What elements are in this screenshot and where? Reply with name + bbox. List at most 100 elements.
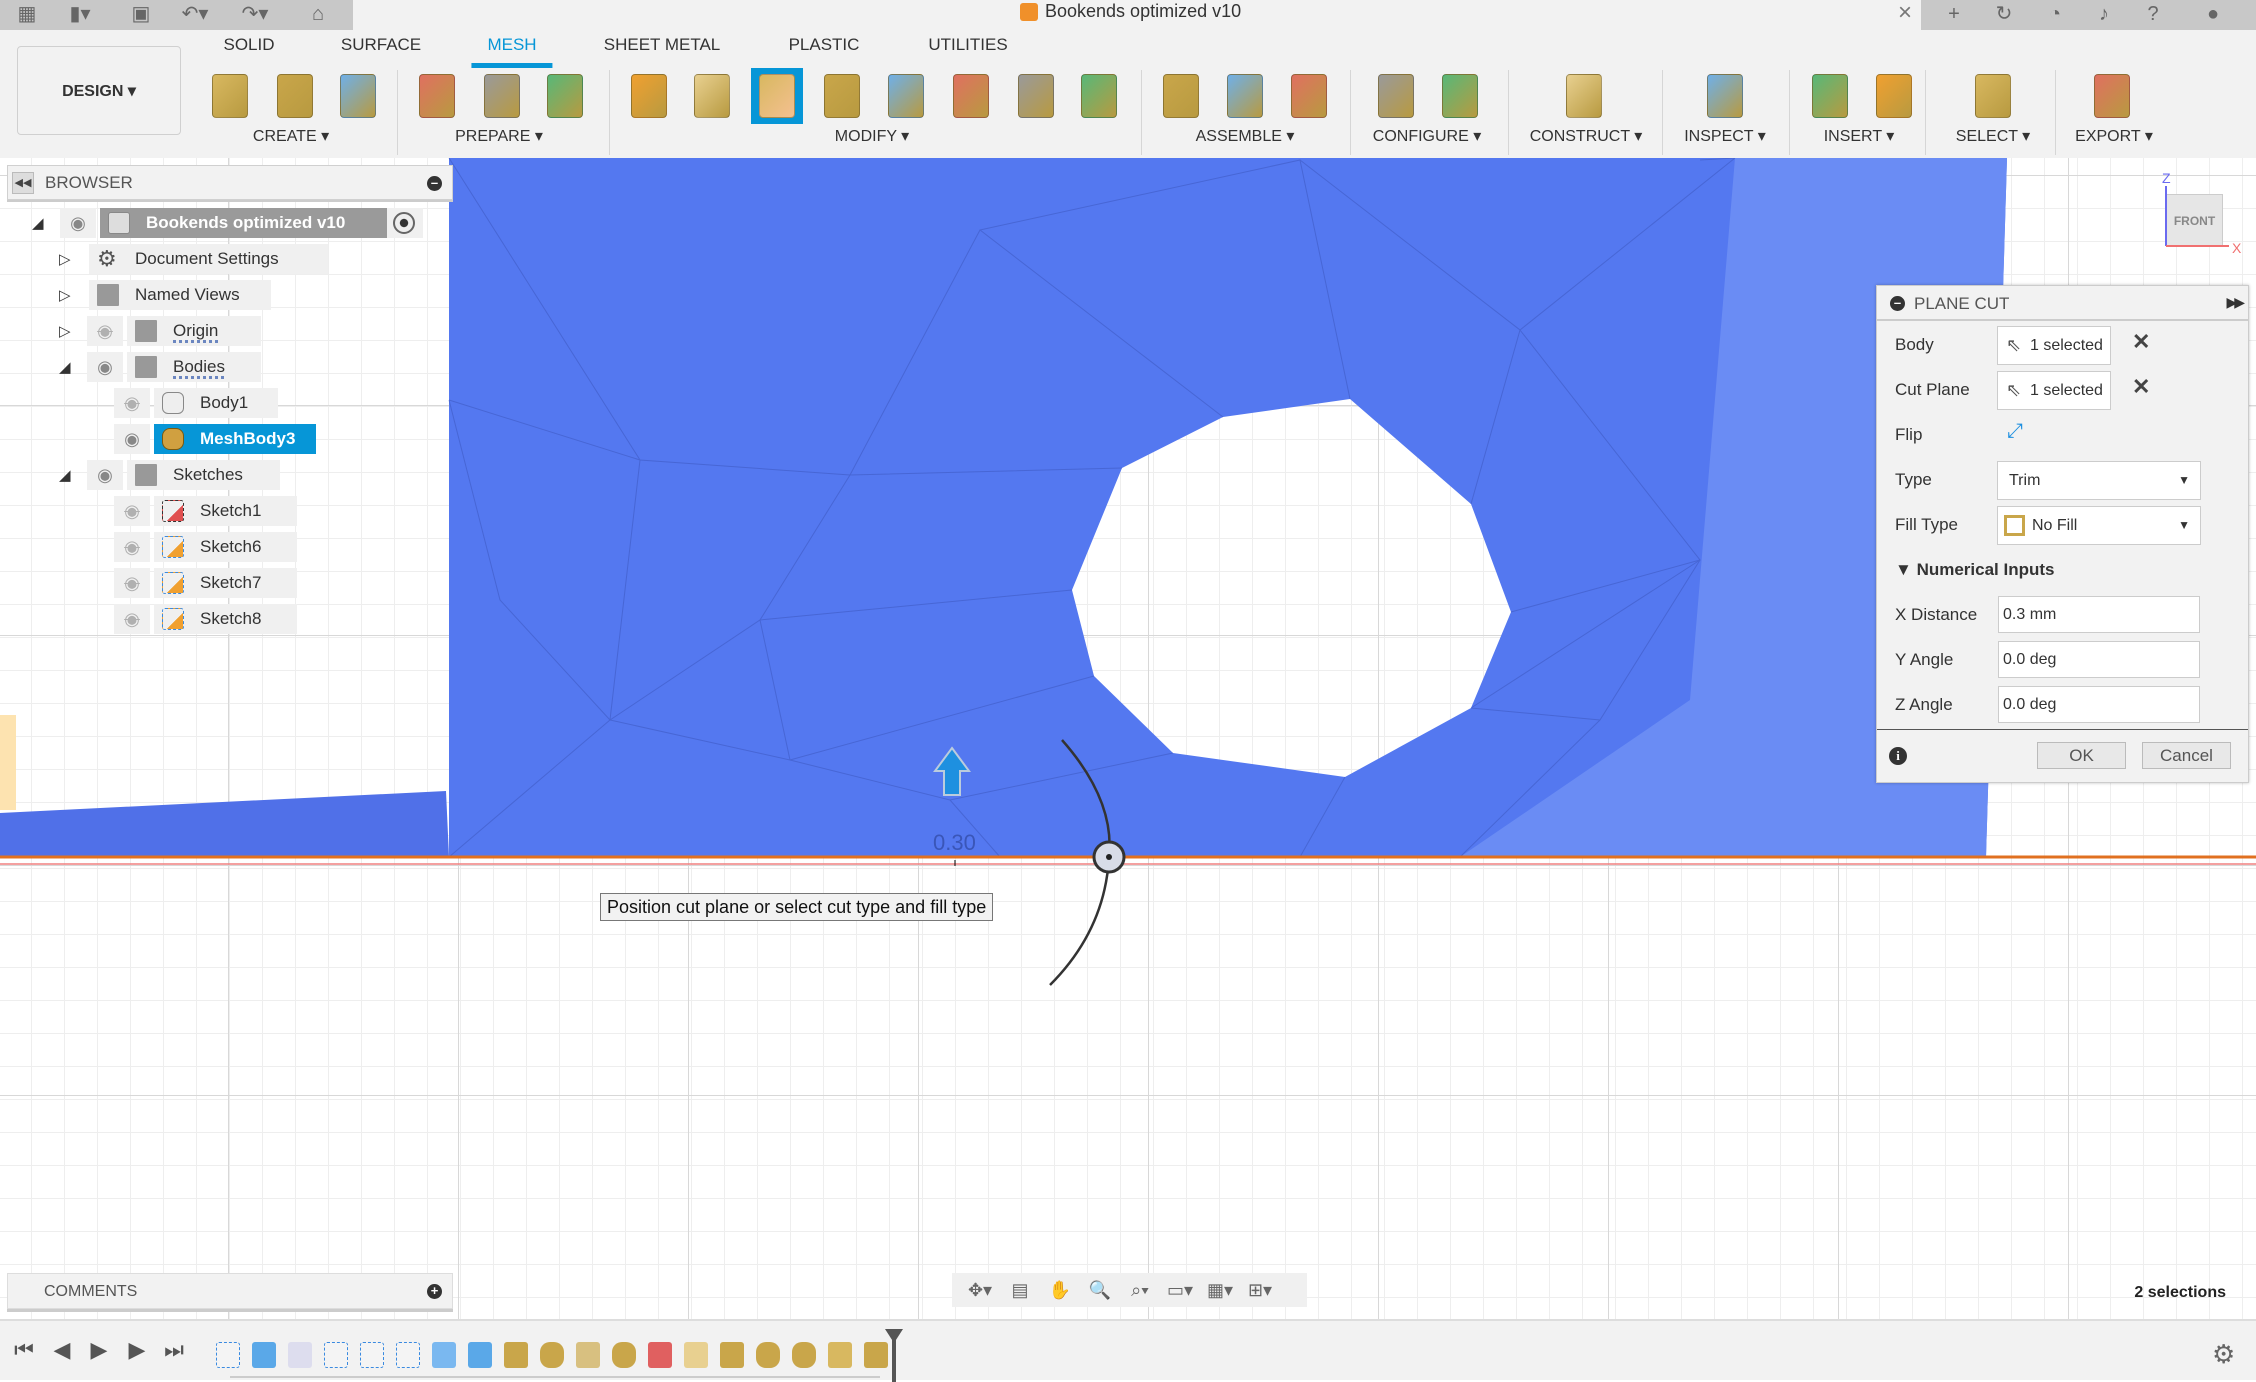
timeline-feature-fillet-icon[interactable] [288, 1342, 312, 1368]
new-component-button[interactable] [1219, 68, 1271, 124]
eye-hidden-icon[interactable]: ◉ [118, 609, 146, 629]
remesh-button[interactable] [623, 68, 675, 124]
eye-icon[interactable]: ◉ [64, 213, 92, 233]
new-tab-icon[interactable]: + [1941, 2, 1967, 26]
create-mesh-sketch-button[interactable] [269, 68, 321, 124]
browser-item-sketch1[interactable]: ◉ Sketch1 [0, 496, 460, 526]
pan-icon[interactable]: ✋ [1042, 1279, 1078, 1301]
help-icon[interactable]: ? [2140, 2, 2166, 26]
flip-icon[interactable]: ⤢ [2007, 420, 2023, 443]
timeline-feature-sketch-icon[interactable] [216, 1342, 240, 1368]
collapsed-caret-icon[interactable]: ▷ [59, 322, 75, 340]
browser-item-meshbody3[interactable]: ◉ MeshBody3 [0, 424, 460, 454]
select-button[interactable] [1967, 68, 2019, 124]
browser-item-bodies[interactable]: ◢ ◉ Bodies [0, 352, 460, 382]
z-angle-input[interactable]: 0.0 deg [1998, 686, 2200, 723]
home-icon[interactable]: ⌂ [305, 3, 331, 25]
tab-sheet-metal[interactable]: SHEET METAL [604, 35, 721, 55]
timeline-marker[interactable] [885, 1329, 903, 1382]
undo-icon[interactable]: ↶▾ [175, 3, 215, 25]
repair-button[interactable] [411, 68, 463, 124]
body-selection[interactable]: ⇖ 1 selected [1997, 326, 2111, 365]
file-icon[interactable]: ▮▾ [60, 3, 100, 25]
tab-surface[interactable]: SURFACE [341, 35, 421, 55]
collapse-browser-button[interactable]: ◀◀ [12, 172, 34, 194]
x-distance-input[interactable]: 0.3 mm [1998, 596, 2200, 633]
timeline-feature-sketch-icon[interactable] [396, 1342, 420, 1368]
toolbar-group-create[interactable]: CREATE ▾ [253, 126, 329, 146]
display-settings-icon[interactable]: ▭▾ [1162, 1279, 1198, 1301]
dialog-expand-icon[interactable]: ▶▶ [2226, 294, 2244, 311]
timeline-feature-extrude-icon[interactable] [468, 1342, 492, 1368]
insert-canvas-button[interactable] [1868, 68, 1920, 124]
toolbar-group-modify[interactable]: MODIFY ▾ [835, 126, 909, 146]
configure-model-button[interactable] [1370, 68, 1422, 124]
fill-type-dropdown[interactable]: No Fill ▼ [1997, 506, 2201, 545]
look-at-icon[interactable]: ▤ [1002, 1279, 1038, 1301]
y-angle-input[interactable]: 0.0 deg [1998, 641, 2200, 678]
notifications-icon[interactable]: ♪ [2091, 2, 2117, 26]
save-icon[interactable]: ▣ [128, 3, 154, 25]
browser-item-sketch7[interactable]: ◉ Sketch7 [0, 568, 460, 598]
viewports-icon[interactable]: ⊞▾ [1242, 1279, 1278, 1301]
tab-plastic[interactable]: PLASTIC [789, 35, 860, 55]
timeline-feature-face-groups-icon[interactable] [648, 1342, 672, 1368]
previous-icon[interactable]: ◀ [50, 1337, 74, 1363]
redo-icon[interactable]: ↷▾ [235, 3, 275, 25]
timeline-feature-reduce-icon[interactable] [684, 1342, 708, 1368]
timeline-feature-mesh-icon[interactable] [792, 1342, 816, 1368]
create-face-group-button[interactable] [332, 68, 384, 124]
configuration-table-button[interactable] [1434, 68, 1486, 124]
toolbar-group-configure[interactable]: CONFIGURE ▾ [1373, 126, 1481, 146]
fit-icon[interactable]: ⌕▾ [1122, 1279, 1158, 1301]
timeline-feature-mesh-icon[interactable] [756, 1342, 780, 1368]
combine-button[interactable] [880, 68, 932, 124]
toolbar-group-assemble[interactable]: ASSEMBLE ▾ [1196, 126, 1295, 146]
timeline-feature-extrude-icon[interactable] [252, 1342, 276, 1368]
reduce-button[interactable] [686, 68, 738, 124]
ok-button[interactable]: OK [2037, 742, 2126, 769]
timeline-feature-remesh-icon[interactable] [576, 1342, 600, 1368]
expanded-caret-icon[interactable]: ◢ [59, 358, 75, 376]
erase-and-fill-button[interactable] [1073, 68, 1125, 124]
timeline-feature-mesh-new-icon[interactable] [504, 1342, 528, 1368]
orbit-icon[interactable]: ✥▾ [962, 1279, 998, 1301]
insert-mesh-button[interactable] [204, 68, 256, 124]
toolbar-group-inspect[interactable]: INSPECT ▾ [1684, 126, 1766, 146]
tab-mesh[interactable]: MESH [471, 35, 553, 68]
numerical-inputs-toggle[interactable]: ▼ Numerical Inputs [1895, 560, 2054, 580]
eye-hidden-icon[interactable]: ◉ [118, 573, 146, 593]
type-dropdown[interactable]: Trim ▼ [1997, 461, 2201, 500]
timeline-feature-mesh-offset-icon[interactable] [720, 1342, 744, 1368]
timeline-settings-gear-icon[interactable]: ⚙ [2212, 1339, 2235, 1370]
timeline-feature-mesh-icon[interactable] [540, 1342, 564, 1368]
offset-plane-button[interactable] [1558, 68, 1610, 124]
collapsed-caret-icon[interactable]: ▷ [59, 286, 75, 304]
timeline-feature-repair-icon[interactable] [864, 1342, 888, 1368]
timeline-feature-sketch-icon[interactable] [324, 1342, 348, 1368]
user-avatar-icon[interactable]: ● [2200, 2, 2226, 26]
job-status-icon[interactable]: ◔ [2042, 2, 2068, 26]
toolbar-group-construct[interactable]: CONSTRUCT ▾ [1530, 126, 1643, 146]
timeline-feature-sketch-icon[interactable] [360, 1342, 384, 1368]
browser-item-sketch8[interactable]: ◉ Sketch8 [0, 604, 460, 634]
zoom-icon[interactable]: 🔍 [1082, 1279, 1118, 1301]
measure-button[interactable] [1699, 68, 1751, 124]
last-icon[interactable]: ⏭ [162, 1337, 186, 1363]
grid-settings-icon[interactable]: ▦▾ [1202, 1279, 1238, 1301]
collapsed-caret-icon[interactable]: ▷ [59, 250, 75, 268]
eye-hidden-icon[interactable]: ◉ [118, 393, 146, 413]
next-icon[interactable]: ▶ [125, 1337, 149, 1363]
reverse-normal-button[interactable] [1010, 68, 1062, 124]
close-tab-icon[interactable]: × [1898, 0, 1912, 26]
refresh-icon[interactable]: ↻ [1991, 2, 2017, 26]
eye-icon[interactable]: ◉ [91, 465, 119, 485]
tab-solid[interactable]: SOLID [223, 35, 274, 55]
toolbar-group-prepare[interactable]: PREPARE ▾ [455, 126, 543, 146]
clear-cut-plane-selection-icon[interactable]: ✕ [2132, 374, 2150, 400]
dialog-collapse-icon[interactable]: – [1890, 296, 1905, 311]
browser-item-sketch6[interactable]: ◉ Sketch6 [0, 532, 460, 562]
timeline-feature-mesh-icon[interactable] [612, 1342, 636, 1368]
first-icon[interactable]: ⏮ [12, 1337, 36, 1363]
clear-body-selection-icon[interactable]: ✕ [2132, 329, 2150, 355]
